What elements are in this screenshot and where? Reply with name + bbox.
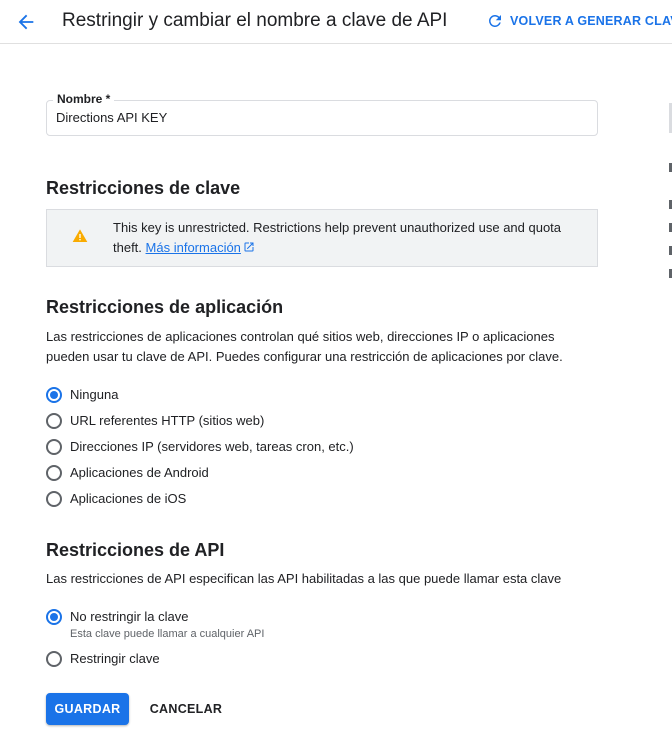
page-header: Restringir y cambiar el nombre a clave d… — [0, 0, 672, 44]
regenerate-key-button[interactable]: VOLVER A GENERAR CLAVE — [486, 10, 672, 32]
cancel-button[interactable]: CANCELAR — [144, 693, 228, 725]
save-button[interactable]: GUARDAR — [46, 693, 129, 725]
api-restrictions-description: Las restricciones de API especifican las… — [46, 571, 562, 586]
warning-text: This key is unrestricted. Restrictions h… — [113, 218, 573, 258]
radio-none[interactable] — [46, 387, 62, 403]
radio-ip-addresses-label[interactable]: Direcciones IP (servidores web, tareas c… — [70, 439, 354, 454]
app-restrictions-heading: Restricciones de aplicación — [46, 297, 284, 317]
name-field-value[interactable]: Directions API KEY — [56, 110, 167, 125]
radio-ios-apps[interactable] — [46, 491, 62, 507]
radio-none-label[interactable]: Ninguna — [70, 387, 118, 402]
regenerate-key-label: VOLVER A GENERAR CLAVE — [510, 14, 672, 28]
page-title: Restringir y cambiar el nombre a clave d… — [62, 10, 448, 31]
radio-http-referrers-label[interactable]: URL referentes HTTP (sitios web) — [70, 413, 264, 428]
api-restrictions-heading: Restricciones de API — [46, 540, 225, 560]
key-restrictions-heading: Restricciones de clave — [46, 178, 241, 198]
radio-http-referrers[interactable] — [46, 413, 62, 429]
radio-restrict-key[interactable] — [46, 651, 62, 667]
learn-more-label: Más información — [145, 240, 241, 255]
back-arrow-icon[interactable] — [15, 11, 37, 33]
radio-ios-apps-label[interactable]: Aplicaciones de iOS — [70, 491, 186, 506]
open-in-new-icon — [244, 242, 254, 252]
refresh-icon — [488, 14, 501, 27]
radio-android-apps-label[interactable]: Aplicaciones de Android — [70, 465, 209, 480]
radio-dont-restrict-sublabel: Esta clave puede llamar a cualquier API — [70, 628, 265, 640]
warning-icon — [72, 229, 88, 242]
radio-dont-restrict-label[interactable]: No restringir la clave — [70, 609, 189, 624]
radio-dont-restrict[interactable] — [46, 609, 62, 625]
name-field-label: Nombre * — [53, 92, 115, 106]
radio-ip-addresses[interactable] — [46, 439, 62, 455]
learn-more-link[interactable]: Más información — [146, 240, 255, 255]
radio-restrict-key-label[interactable]: Restringir clave — [70, 651, 160, 666]
radio-android-apps[interactable] — [46, 465, 62, 481]
app-restrictions-description: Las restricciones de aplicaciones contro… — [46, 329, 563, 364]
